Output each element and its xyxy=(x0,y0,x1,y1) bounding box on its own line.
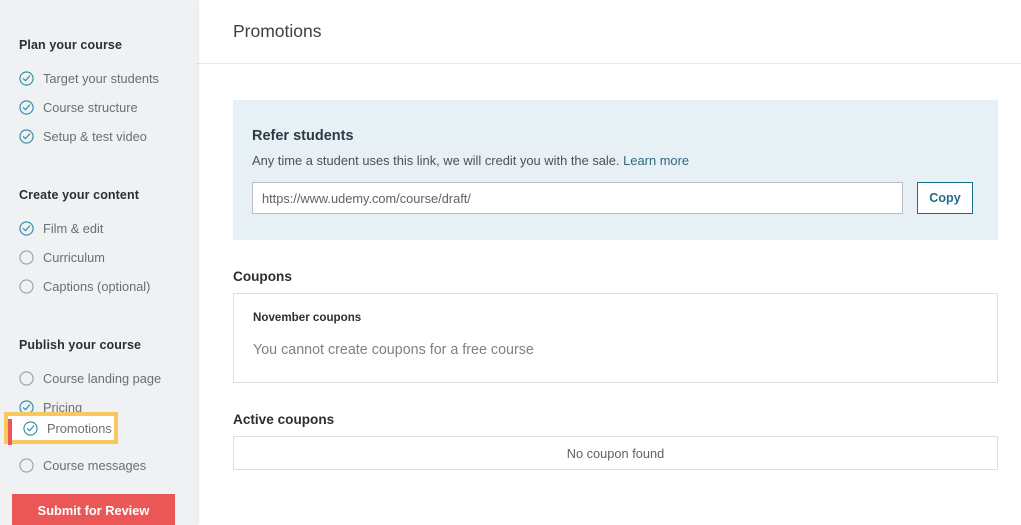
sidebar-item-course-structure[interactable]: Course structure xyxy=(0,93,197,122)
refer-students-panel: Refer students Any time a student uses t… xyxy=(233,100,998,240)
sidebar-item-label: Promotions xyxy=(47,420,112,436)
sidebar-heading-plan: Plan your course xyxy=(19,38,123,52)
coupons-message: You cannot create coupons for a free cou… xyxy=(253,342,534,358)
november-coupons-label: November coupons xyxy=(253,311,362,324)
sidebar-item-label: Setup & test video xyxy=(43,129,147,144)
page-title: Promotions xyxy=(233,21,322,41)
sidebar-item-label: Film & edit xyxy=(43,221,104,236)
sidebar-item-target-your-students[interactable]: Target your students xyxy=(0,64,197,93)
learn-more-link[interactable]: Learn more xyxy=(623,153,689,168)
empty-circle-icon xyxy=(19,250,34,265)
promotions-page: Plan your course Target your students Co… xyxy=(0,0,1021,525)
sidebar-item-film-edit[interactable]: Film & edit xyxy=(0,214,197,243)
sidebar-item-promotions[interactable]: Promotions xyxy=(8,416,114,445)
sidebar-item-curriculum[interactable]: Curriculum xyxy=(0,243,197,272)
sidebar-item-label: Curriculum xyxy=(43,250,105,265)
sidebar-item-captions[interactable]: Captions (optional) xyxy=(0,272,197,301)
active-coupons-section-title: Active coupons xyxy=(233,412,335,427)
empty-circle-icon xyxy=(19,371,34,386)
sidebar-item-setup-test-video[interactable]: Setup & test video xyxy=(0,122,197,151)
sidebar-item-promotions-highlight: Promotions xyxy=(4,412,118,445)
sidebar-item-course-landing-page[interactable]: Course landing page xyxy=(0,364,197,393)
empty-circle-icon xyxy=(19,279,34,294)
sidebar-item-label: Captions (optional) xyxy=(43,279,151,294)
submit-button-wrap: Submit for Review xyxy=(12,494,175,525)
empty-circle-icon xyxy=(19,458,34,473)
sidebar-item-label: Target your students xyxy=(43,71,159,86)
refer-link-row: Copy xyxy=(252,182,973,214)
sidebar-item-label: Course landing page xyxy=(43,371,162,386)
sidebar-item-label: Course structure xyxy=(43,100,138,115)
active-indicator-bar xyxy=(8,419,12,445)
sidebar-section-create: Create your content Film & edit Curricul… xyxy=(0,188,197,301)
check-circle-icon xyxy=(19,129,34,144)
sidebar-section-plan: Plan your course Target your students Co… xyxy=(0,38,197,151)
course-steps-sidebar: Plan your course Target your students Co… xyxy=(0,0,197,525)
coupons-card: November coupons You cannot create coupo… xyxy=(233,293,998,383)
check-circle-icon xyxy=(19,100,34,115)
sidebar-heading-publish: Publish your course xyxy=(19,338,142,352)
refer-description-text: Any time a student uses this link, we wi… xyxy=(252,153,620,168)
coupons-card-body: November coupons You cannot create coupo… xyxy=(234,294,997,382)
content-body: Refer students Any time a student uses t… xyxy=(197,64,1021,470)
sidebar-section-publish: Publish your course Course landing page … xyxy=(0,338,197,480)
refer-students-title: Refer students xyxy=(252,128,354,144)
page-header: Promotions xyxy=(197,0,1021,64)
check-circle-icon xyxy=(23,420,38,436)
copy-button[interactable]: Copy xyxy=(917,182,973,214)
coupons-section-title: Coupons xyxy=(233,269,292,284)
refer-students-description: Any time a student uses this link, we wi… xyxy=(252,153,973,168)
check-circle-icon xyxy=(19,71,34,86)
active-coupons-empty-row: No coupon found xyxy=(233,436,998,470)
submit-for-review-button[interactable]: Submit for Review xyxy=(12,494,175,525)
sidebar-item-label: Course messages xyxy=(43,458,147,473)
referral-link-input[interactable] xyxy=(252,182,903,214)
sidebar-heading-create: Create your content xyxy=(19,188,139,202)
check-circle-icon xyxy=(19,221,34,236)
sidebar-item-course-messages[interactable]: Course messages xyxy=(0,451,197,480)
main-content: Promotions Refer students Any time a stu… xyxy=(197,0,1021,525)
